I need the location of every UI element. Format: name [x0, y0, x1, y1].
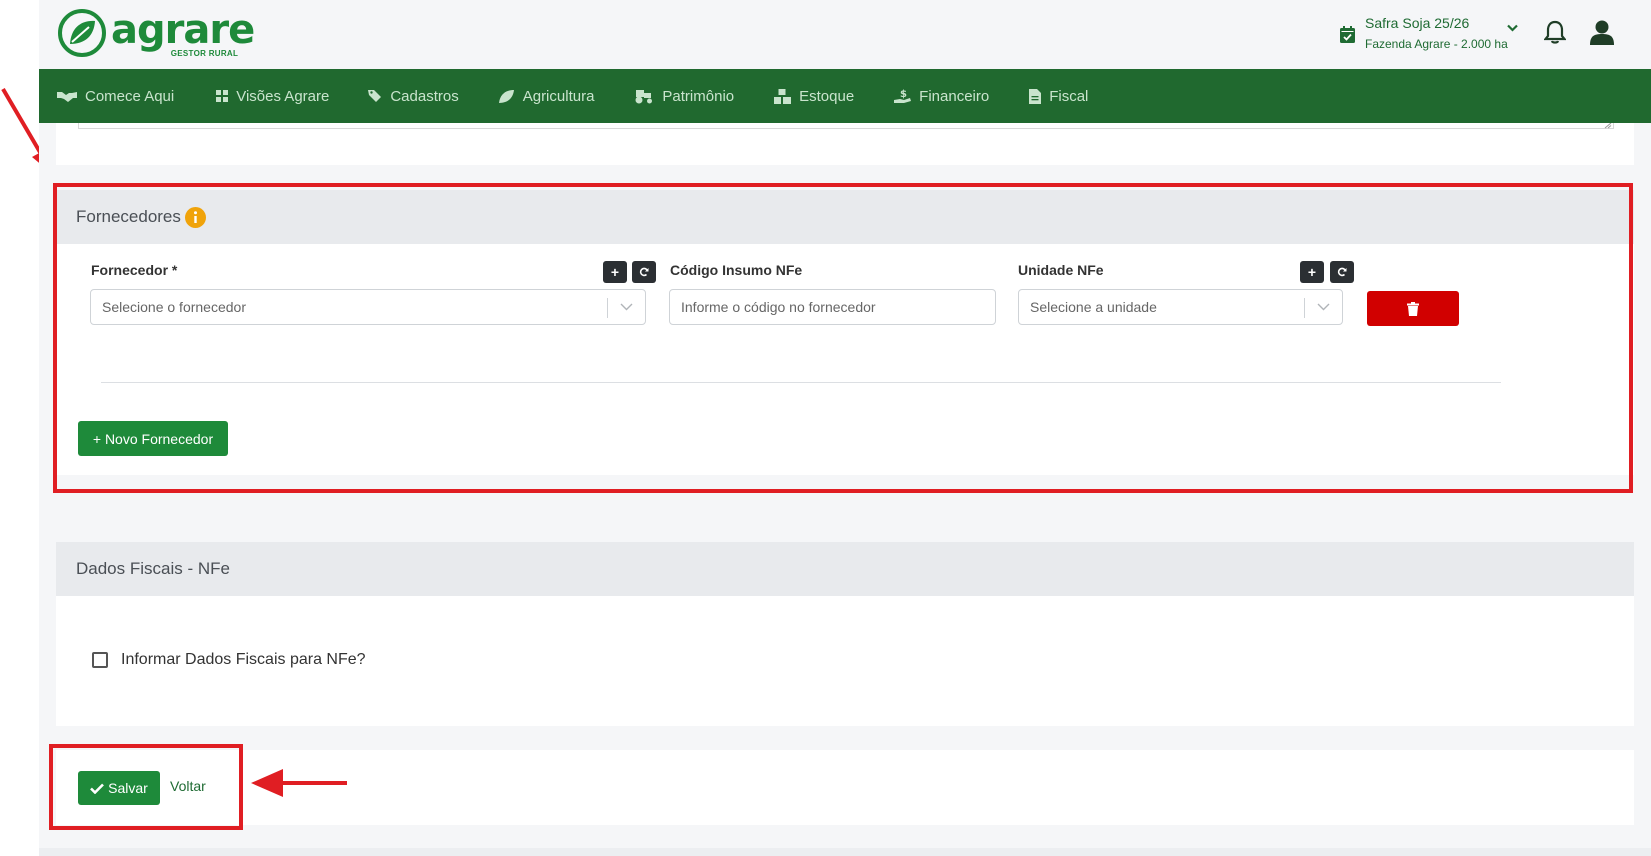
- nav-item-cadastros[interactable]: Cadastros: [368, 69, 459, 123]
- nav-label: Agricultura: [522, 87, 595, 105]
- brand-logo[interactable]: agrare GESTOR RURAL: [57, 7, 255, 58]
- nav-item-financeiro[interactable]: $ Financeiro: [894, 69, 989, 123]
- fiscal-header: Dados Fiscais - NFe: [56, 542, 1634, 596]
- nav-label: Visões Agrare: [236, 87, 330, 105]
- page-bottom-strip: [39, 848, 1651, 856]
- fiscal-title: Dados Fiscais - NFe: [76, 559, 230, 578]
- handshake-icon: [57, 92, 77, 102]
- bell-icon[interactable]: [1544, 20, 1566, 45]
- calendar-check-icon: [1340, 26, 1355, 43]
- resize-grip-icon: [1604, 123, 1612, 129]
- user-avatar-icon[interactable]: [1589, 19, 1615, 45]
- fiscal-data-checkbox-label: Informar Dados Fiscais para NFe?: [121, 651, 366, 668]
- nav-item-estoque[interactable]: Estoque: [774, 69, 854, 123]
- fiscal-data-checkbox[interactable]: [92, 652, 108, 668]
- hand-money-icon: $: [894, 89, 912, 103]
- observations-textarea[interactable]: [78, 123, 1614, 129]
- nav-label: Financeiro: [919, 87, 990, 105]
- leaf-icon: [498, 89, 514, 103]
- boxes-icon: [774, 88, 792, 104]
- nav-item-patrimonio[interactable]: Patrimônio: [634, 69, 734, 123]
- fiscal-data-card: Dados Fiscais - NFe: [56, 542, 1634, 726]
- nav-item-fiscal[interactable]: Fiscal: [1029, 69, 1088, 123]
- annotation-box-suppliers: [53, 183, 1633, 493]
- nav-label: Cadastros: [390, 87, 459, 105]
- season-title: Safra Soja 25/26: [1365, 15, 1470, 31]
- nav-item-agricultura[interactable]: Agricultura: [498, 69, 595, 123]
- leaf-logo-icon: [58, 9, 106, 57]
- svg-text:$: $: [900, 89, 907, 100]
- nav-label: Fiscal: [1049, 87, 1089, 105]
- previous-section-card: [56, 123, 1634, 165]
- annotation-box-save: [49, 744, 243, 830]
- nav-label: Estoque: [799, 87, 855, 105]
- nav-label: Patrimônio: [662, 87, 735, 105]
- chevron-down-icon[interactable]: [1507, 24, 1518, 32]
- season-selector[interactable]: Safra Soja 25/26 Fazenda Agrare - 2.000 …: [1340, 14, 1508, 53]
- season-farm: Fazenda Agrare - 2.000 ha: [1365, 37, 1508, 51]
- tags-icon: [368, 90, 382, 102]
- top-header: agrare GESTOR RURAL Safra Soja 25/26 Faz…: [39, 0, 1651, 69]
- brand-tagline: GESTOR RURAL: [170, 49, 239, 58]
- file-invoice-icon: [1029, 88, 1042, 104]
- tractor-icon: [635, 90, 653, 104]
- grid-icon: [216, 90, 229, 102]
- main-navbar: Comece Aqui Visões Agrare Cadastros Agri…: [39, 69, 1651, 123]
- nav-item-comece-aqui[interactable]: Comece Aqui: [57, 69, 174, 123]
- nav-label: Comece Aqui: [85, 87, 175, 105]
- brand-name: agrare: [111, 7, 255, 53]
- annotation-arrow-left: [251, 769, 347, 797]
- nav-item-visoes-agrare[interactable]: Visões Agrare: [216, 69, 329, 123]
